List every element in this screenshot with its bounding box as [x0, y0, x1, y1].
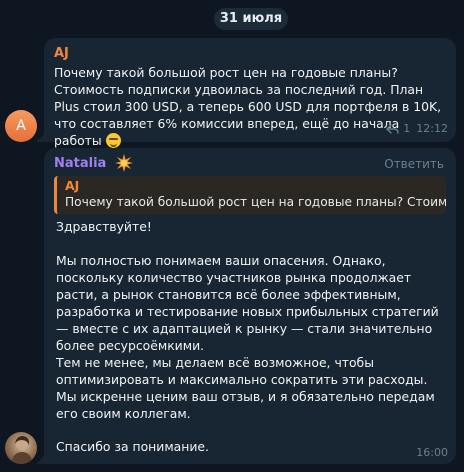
message-bubble[interactable]: Natalia Ответить AJ Почему такой большой…	[44, 148, 456, 464]
avatar[interactable]	[5, 432, 37, 464]
grimacing-face-emoji-icon	[105, 133, 121, 148]
message-paragraph: Здравствуйте!	[56, 219, 152, 234]
message-paragraph: Тем не менее, мы делаем всё возможное, ч…	[56, 355, 435, 421]
date-separator: 31 июля	[214, 8, 288, 30]
message-bubble[interactable]: AJ Почему такой большой рост цен на годо…	[44, 38, 456, 148]
reply-count: 1	[403, 122, 411, 135]
reply-arrow-icon	[386, 123, 399, 135]
message-paragraph: Спасибо за понимание.	[56, 439, 209, 454]
avatar-photo-icon	[11, 436, 33, 464]
quote-sender: AJ	[65, 178, 80, 193]
sender-name[interactable]: AJ	[54, 46, 69, 62]
sparkle-badge-icon	[115, 154, 133, 172]
replies-counter[interactable]: 1	[386, 122, 410, 136]
sender-name[interactable]: Natalia	[54, 156, 106, 172]
quote-text: Почему такой большой рост цен на годовые…	[65, 195, 446, 209]
message-text: Почему такой большой рост цен на годовые…	[54, 64, 450, 149]
reply-button[interactable]: Ответить	[384, 157, 444, 171]
message-paragraph: Мы полностью понимаем ваши опасения. Одн…	[56, 253, 439, 353]
message-time: 16:00	[416, 446, 448, 459]
quoted-message[interactable]: AJ Почему такой большой рост цен на годо…	[54, 176, 446, 214]
avatar[interactable]: A	[5, 110, 37, 142]
message-time: 12:12	[416, 122, 448, 135]
message-meta: 1 12:12	[386, 122, 448, 136]
chat-window: 31 июля A AJ Почему такой большой рост ц…	[0, 0, 464, 472]
